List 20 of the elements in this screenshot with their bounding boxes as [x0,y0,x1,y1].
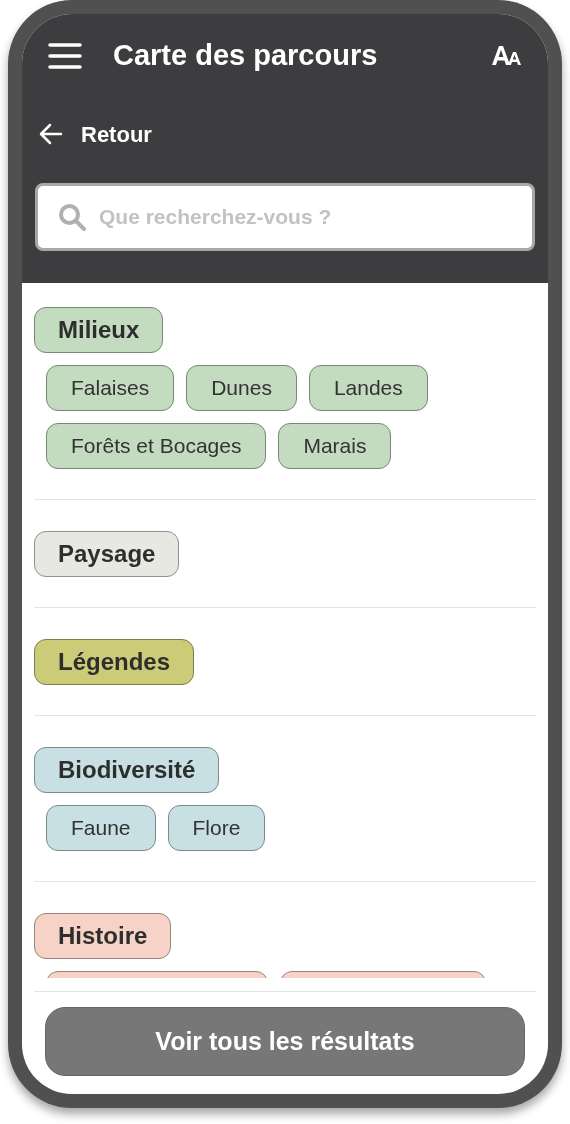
search-field[interactable]: Que recherchez-vous ? [35,183,535,251]
filter-chip[interactable]: Falaises [46,365,175,411]
filter-chip[interactable]: Dunes [186,365,297,411]
menu-icon[interactable] [48,42,82,70]
back-arrow-icon [39,123,63,145]
category-chip[interactable]: Milieux [34,307,164,353]
filter-chip[interactable]: Flore [167,805,266,851]
back-link[interactable]: Retour [39,114,152,154]
category-chip[interactable]: Légendes [34,639,195,685]
category-chip[interactable]: Paysage [34,531,180,577]
page-title: Carte des parcours [113,38,378,74]
filter-chip[interactable]: Faune [46,805,156,851]
font-size-icon[interactable] [492,45,522,67]
filter-chip[interactable]: Marais [278,423,392,469]
search-icon [58,203,87,232]
see-all-results-button[interactable]: Voir tous les résultats [45,1007,525,1076]
filter-chip[interactable]: Landes [308,365,428,411]
category-chip[interactable]: Histoire [34,913,172,959]
filter-chip[interactable]: Forêts et Bocages [46,423,267,469]
category-chip[interactable]: Biodiversité [34,747,220,793]
